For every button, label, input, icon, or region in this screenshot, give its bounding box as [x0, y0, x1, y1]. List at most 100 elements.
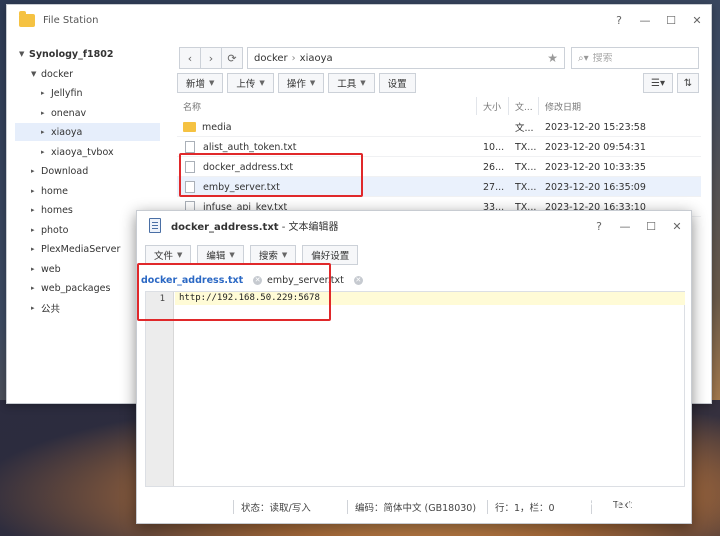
caret-down-icon: ▼ [229, 251, 235, 259]
file-size: 27... [483, 181, 505, 193]
file-modified: 2023-12-20 15:23:58 [545, 121, 646, 133]
collapsed-triangle-icon[interactable]: ▸ [41, 128, 51, 136]
collapsed-triangle-icon[interactable]: ▸ [31, 206, 41, 214]
status-encoding: 编码：简体中文 (GB18030) [355, 503, 477, 514]
path-segment-docker[interactable]: docker [254, 53, 288, 64]
caret-down-icon: ▼ [309, 79, 316, 87]
column-header-name[interactable]: 名称 [177, 97, 477, 115]
collapsed-triangle-icon[interactable]: ▸ [31, 284, 41, 292]
file-type: TX... [515, 161, 537, 173]
annotation-highlight-box [137, 263, 331, 321]
new-button[interactable]: 新增 ▼ [177, 73, 224, 93]
star-icon[interactable]: ★ [547, 51, 558, 65]
minimize-icon[interactable]: — [619, 220, 631, 233]
column-header-size[interactable]: 大小 [477, 97, 509, 115]
file-modified: 2023-12-20 16:35:09 [545, 181, 646, 193]
tree-item-home[interactable]: ▸ home [31, 182, 68, 200]
tree-item-onenav[interactable]: ▸ onenav [41, 104, 86, 122]
collapsed-triangle-icon[interactable]: ▸ [41, 148, 51, 156]
maximize-icon[interactable]: ☐ [665, 14, 677, 27]
button-label: 编辑 [206, 251, 226, 262]
tree-item-label: Jellyfin [51, 87, 83, 99]
column-header-modified[interactable]: 修改日期 [539, 97, 701, 115]
collapsed-triangle-icon[interactable]: ▸ [41, 109, 51, 117]
file-size: 10... [483, 141, 505, 153]
path-bar[interactable]: docker › xiaoya ★ [247, 47, 565, 69]
button-label: 设置 [387, 79, 407, 90]
tree-item-plexmediaserver[interactable]: ▸ PlexMediaServer [31, 240, 120, 258]
edit-menu-button[interactable]: 编辑 ▼ [197, 245, 244, 265]
maximize-icon[interactable]: ☐ [645, 220, 657, 233]
file-modified: 2023-12-20 09:54:31 [545, 141, 646, 153]
search-box[interactable]: ⌕▾ [571, 47, 699, 69]
tree-item-download[interactable]: ▸ Download [31, 162, 88, 180]
status-divider [233, 500, 234, 514]
expanded-triangle-icon[interactable]: ▼ [19, 50, 29, 58]
preferences-button[interactable]: 偏好设置 [302, 245, 359, 265]
caret-down-icon: ▼ [259, 79, 265, 87]
tree-item-public[interactable]: ▸ 公共 [31, 299, 60, 317]
annotation-highlight-box [179, 153, 363, 197]
list-view-button[interactable]: ☰▾ [643, 73, 673, 93]
collapsed-triangle-icon[interactable]: ▸ [31, 245, 41, 253]
tree-item-docker[interactable]: ▼ docker [31, 65, 73, 83]
tree-item-xiaoya-tvbox[interactable]: ▸ xiaoya_tvbox [41, 143, 114, 161]
tree-item-web-packages[interactable]: ▸ web_packages [31, 279, 110, 297]
file-size: 26... [483, 161, 505, 173]
help-icon[interactable]: ? [613, 14, 625, 27]
help-icon[interactable]: ? [593, 220, 605, 233]
tree-item-label: homes [41, 204, 73, 216]
search-icon[interactable]: ⌕▾ [578, 53, 589, 64]
collapsed-triangle-icon[interactable]: ▸ [31, 167, 41, 175]
search-input[interactable] [592, 52, 679, 64]
tab-close-icon[interactable]: ✕ [353, 275, 363, 285]
text-file-icon [185, 141, 195, 153]
settings-button[interactable]: 设置 [378, 73, 416, 93]
editor-title-file: docker_address.txt [171, 221, 279, 233]
button-label: 文件 [154, 251, 174, 262]
button-label: 工具 [337, 79, 357, 90]
file-station-titlebar[interactable]: File Station ? — ☐ ✕ [7, 5, 711, 35]
refresh-button[interactable]: ⟳ [221, 47, 243, 69]
path-segment-xiaoya[interactable]: xiaoya [300, 53, 333, 64]
tree-item-homes[interactable]: ▸ homes [31, 201, 73, 219]
caret-down-icon: ▼ [360, 79, 366, 87]
close-icon[interactable]: ✕ [671, 220, 683, 233]
expanded-triangle-icon[interactable]: ▼ [31, 70, 41, 78]
tree-item-label: onenav [51, 107, 87, 119]
sort-button[interactable]: ⇅ [677, 73, 699, 93]
table-row[interactable]: media 文... 2023-12-20 15:23:58 [177, 117, 701, 137]
tree-item-label: web [41, 263, 61, 275]
text-editor-window: docker_address.txt - 文本编辑器 ? — ☐ ✕ 文件 ▼ 编… [136, 210, 692, 524]
chevron-left-icon: ‹ [187, 51, 193, 65]
tools-button[interactable]: 工具 ▼ [328, 73, 375, 93]
tree-item-jellyfin[interactable]: ▸ Jellyfin [41, 84, 83, 102]
notepad-icon [149, 217, 161, 233]
file-name: media [202, 121, 232, 133]
tree-item-synology[interactable]: ▼ Synology_f1802 [19, 45, 113, 63]
watermark: 知乎 @Joveng [558, 494, 689, 515]
collapsed-triangle-icon[interactable]: ▸ [31, 265, 41, 273]
collapsed-triangle-icon[interactable]: ▸ [31, 304, 41, 312]
forward-button[interactable]: › [200, 47, 222, 69]
collapsed-triangle-icon[interactable]: ▸ [31, 226, 41, 234]
minimize-icon[interactable]: — [639, 14, 651, 27]
file-menu-button[interactable]: 文件 ▼ [145, 245, 192, 265]
editor-titlebar[interactable]: docker_address.txt - 文本编辑器 ? — ☐ ✕ [137, 211, 691, 239]
search-menu-button[interactable]: 搜索 ▼ [249, 245, 297, 265]
tree-item-xiaoya[interactable]: ▸ xiaoya [15, 123, 160, 141]
upload-button[interactable]: 上传 ▼ [227, 73, 274, 93]
file-station-folder-icon [19, 10, 35, 27]
column-header-type[interactable]: 文... [509, 97, 539, 115]
back-button[interactable]: ‹ [179, 47, 201, 69]
action-button[interactable]: 操作 ▼ [277, 73, 325, 93]
tree-item-label: web_packages [41, 282, 111, 294]
tree-item-label: Synology_f1802 [29, 48, 114, 60]
close-icon[interactable]: ✕ [691, 14, 703, 27]
tree-item-web[interactable]: ▸ web [31, 260, 61, 278]
editor-title-app: - 文本编辑器 [278, 221, 339, 233]
collapsed-triangle-icon[interactable]: ▸ [31, 187, 41, 195]
collapsed-triangle-icon[interactable]: ▸ [41, 89, 51, 97]
tree-item-photo[interactable]: ▸ photo [31, 221, 68, 239]
file-modified: 2023-12-20 10:33:35 [545, 161, 646, 173]
